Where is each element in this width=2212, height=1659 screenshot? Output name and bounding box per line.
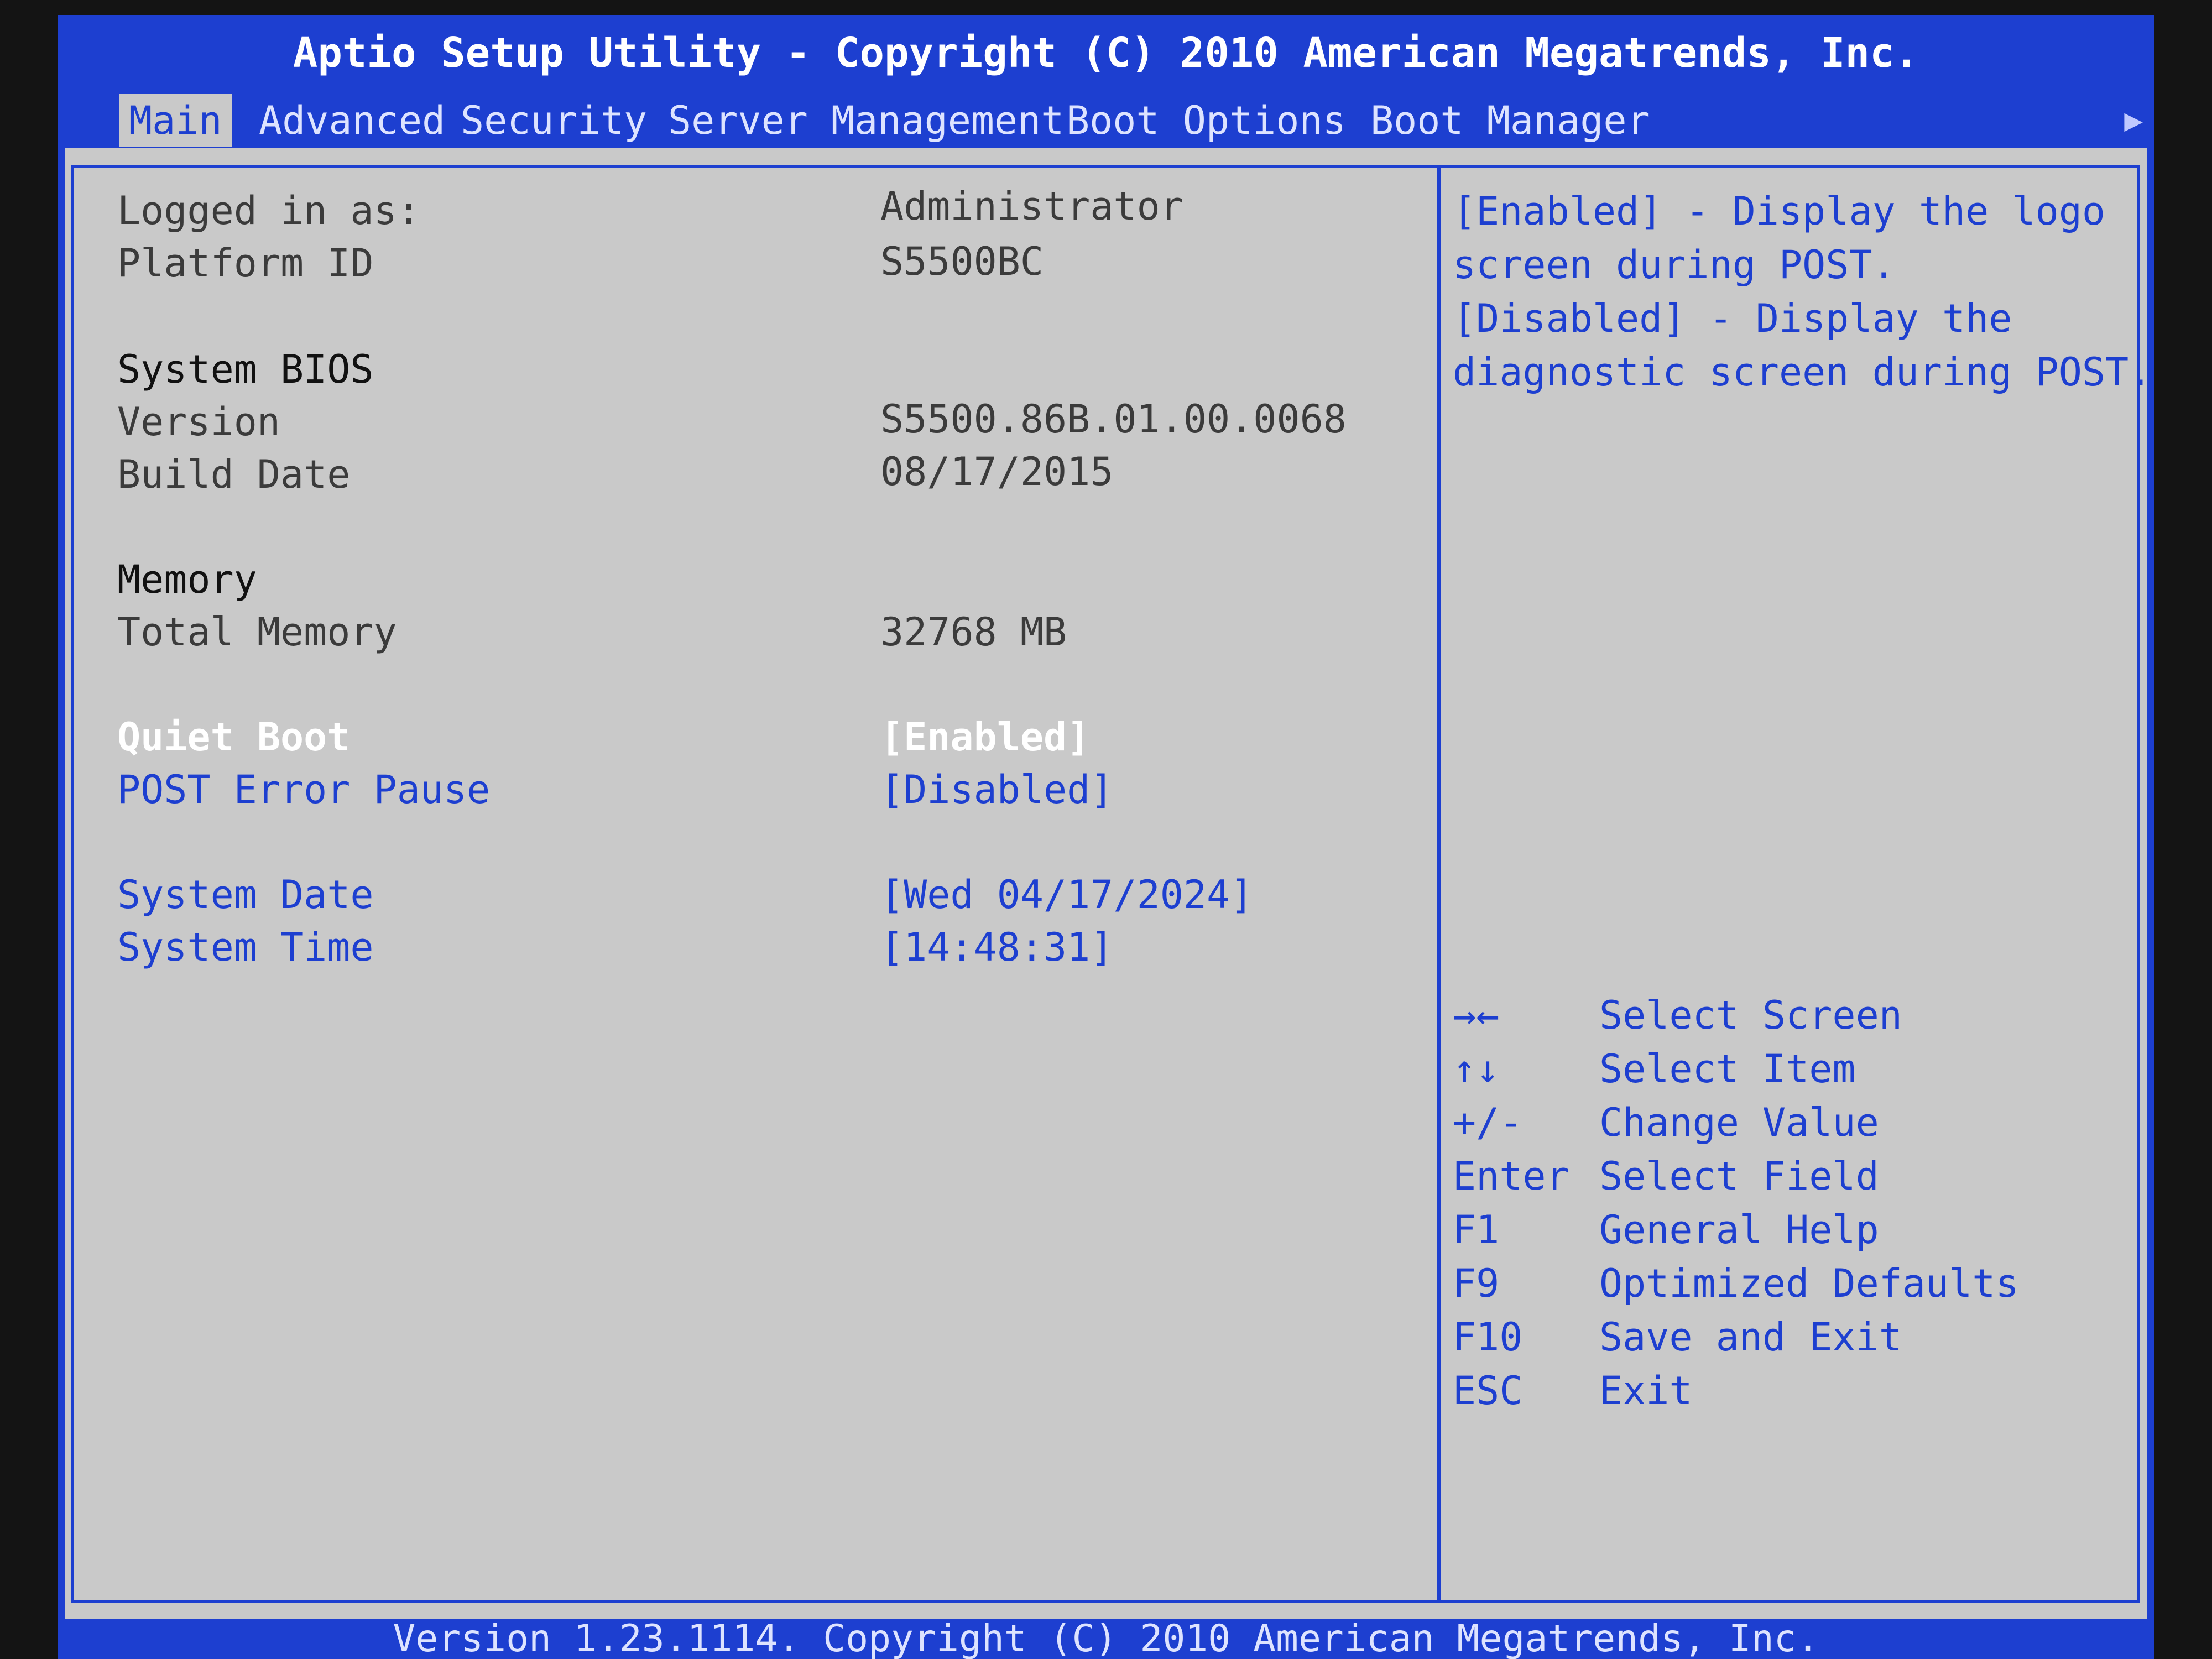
tab-boot-manager[interactable]: Boot Manager <box>1360 94 1660 147</box>
build-date-value: 08/17/2015 <box>880 449 1114 494</box>
bios-version-value: S5500.86B.01.00.0068 <box>880 397 1347 442</box>
key-legend-row: →← Select Screen <box>1453 989 2133 1042</box>
key-name: Enter <box>1453 1154 1569 1199</box>
help-line: screen during POST. <box>1453 242 1896 288</box>
key-description: General Help <box>1599 1207 1879 1253</box>
key-description: Select Item <box>1599 1046 1856 1092</box>
total-memory-value: 32768 MB <box>880 609 1067 655</box>
tab-server-management[interactable]: Server Management <box>658 94 1074 147</box>
bios-screen: Aptio Setup Utility - Copyright (C) 2010… <box>58 15 2154 1659</box>
quiet-boot-value[interactable]: [Enabled] <box>880 712 1090 762</box>
key-legend-row: Enter Select Field <box>1453 1150 2133 1203</box>
key-description: Optimized Defaults <box>1599 1261 2019 1306</box>
key-name: ESC <box>1453 1368 1523 1413</box>
post-error-pause-value[interactable]: [Disabled] <box>880 765 1113 815</box>
help-line: diagnostic screen during POST. <box>1453 349 2152 395</box>
key-name: +/- <box>1453 1100 1523 1145</box>
logged-in-label: Logged in as: <box>117 188 420 233</box>
right-arrow-icon[interactable]: ▶ <box>2124 98 2143 143</box>
key-legend-row: F10 Save and Exit <box>1453 1311 2133 1364</box>
up-down-arrows-icon: ↑↓ <box>1453 1046 1500 1092</box>
tab-security[interactable]: Security <box>451 94 657 147</box>
platform-id-value: S5500BC <box>880 239 1044 284</box>
key-description: Change Value <box>1599 1100 1879 1145</box>
system-date-label[interactable]: System Date <box>117 870 374 920</box>
quiet-boot-label[interactable]: Quiet Boot <box>117 712 350 762</box>
key-name: F1 <box>1453 1207 1500 1253</box>
help-text: [Enabled] - Display the logo screen duri… <box>1453 185 2152 399</box>
tab-bar: Main Advanced Security Server Management… <box>58 82 2154 148</box>
main-panel: Logged in as: Administrator Platform ID … <box>65 148 2152 1619</box>
post-error-pause-label[interactable]: POST Error Pause <box>117 765 490 815</box>
logged-in-value: Administrator <box>880 184 1183 229</box>
memory-heading: Memory <box>117 557 257 602</box>
key-legend-row: ESC Exit <box>1453 1364 2133 1418</box>
help-line: [Enabled] - Display the logo <box>1453 189 2106 234</box>
key-legend: →← Select Screen ↑↓ Select Item +/- Chan… <box>1453 989 2133 1418</box>
system-time-value[interactable]: [14:48:31] <box>880 922 1113 972</box>
bios-version-label: Version <box>117 399 281 445</box>
total-memory-label: Total Memory <box>117 609 397 655</box>
platform-id-label: Platform ID <box>117 241 374 286</box>
tab-boot-options[interactable]: Boot Options <box>1056 94 1356 147</box>
key-legend-row: ↑↓ Select Item <box>1453 1042 2133 1096</box>
version-footer: Version 1.23.1114. Copyright (C) 2010 Am… <box>393 1619 1819 1659</box>
tab-main[interactable]: Main <box>119 94 232 147</box>
build-date-label: Build Date <box>117 452 351 497</box>
key-name: F9 <box>1453 1261 1500 1306</box>
key-legend-row: +/- Change Value <box>1453 1096 2133 1150</box>
key-legend-row: F1 General Help <box>1453 1203 2133 1257</box>
panel-divider <box>1437 165 1441 1603</box>
key-description: Exit <box>1599 1368 1693 1413</box>
key-name: F10 <box>1453 1314 1523 1360</box>
system-date-value[interactable]: [Wed 04/17/2024] <box>880 870 1253 920</box>
tab-advanced[interactable]: Advanced <box>249 94 455 147</box>
setup-utility-title: Aptio Setup Utility - Copyright (C) 2010… <box>293 29 1919 77</box>
key-description: Save and Exit <box>1599 1314 1902 1360</box>
help-line: [Disabled] - Display the <box>1453 296 2012 341</box>
system-bios-heading: System BIOS <box>117 347 374 392</box>
key-description: Select Field <box>1599 1154 1879 1199</box>
left-right-arrows-icon: →← <box>1453 993 1500 1038</box>
key-legend-row: F9 Optimized Defaults <box>1453 1257 2133 1311</box>
system-time-label[interactable]: System Time <box>117 922 374 972</box>
key-description: Select Screen <box>1599 993 1902 1038</box>
